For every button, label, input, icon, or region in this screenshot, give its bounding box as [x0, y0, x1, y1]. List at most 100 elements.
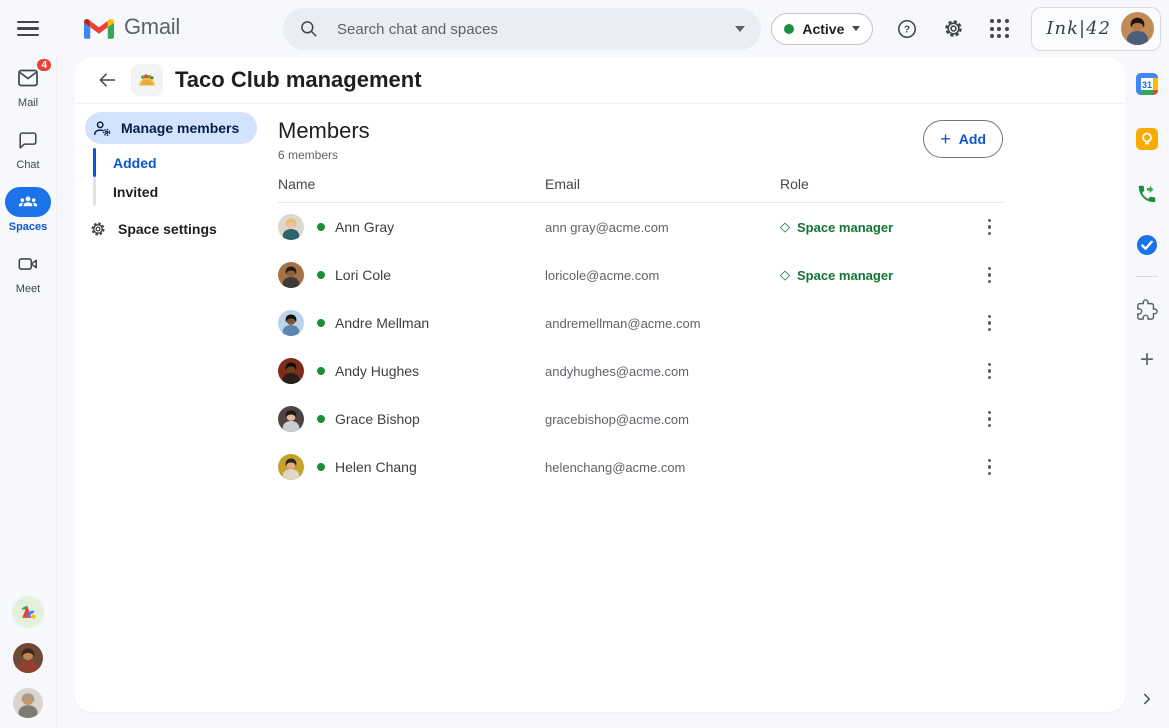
active-indicator-bar [93, 148, 96, 177]
main-area: Taco Club management Manage member [57, 57, 1125, 728]
account-avatar[interactable] [1121, 12, 1154, 45]
presence-online-dot [317, 223, 325, 231]
chevron-right-icon [1138, 690, 1156, 708]
member-email: loricole@acme.com [545, 268, 780, 283]
member-row[interactable]: Lori Cole loricole@acme.com ◇ Space mana… [278, 251, 1003, 299]
back-button[interactable] [91, 64, 123, 96]
member-row[interactable]: Helen Chang helenchang@acme.com [278, 443, 1003, 491]
taco-icon [137, 70, 157, 90]
member-name: Lori Cole [335, 267, 391, 283]
member-row[interactable]: Andre Mellman andremellman@acme.com [278, 299, 1003, 347]
nav-subitem-invited[interactable]: Invited [93, 177, 265, 206]
search-bar[interactable]: Search chat and spaces [283, 8, 761, 50]
member-name-cell: Lori Cole [278, 262, 545, 288]
member-name-cell: Helen Chang [278, 454, 545, 480]
svg-text:?: ? [904, 24, 910, 35]
role-label: Space manager [797, 220, 893, 235]
sidebar-item-chat[interactable]: Chat [5, 125, 51, 171]
help-button[interactable]: ? [887, 9, 927, 49]
sidebar-item-spaces[interactable]: Spaces [5, 187, 51, 233]
member-name: Andre Mellman [335, 315, 429, 331]
member-name: Ann Gray [335, 219, 394, 235]
member-row[interactable]: Ann Gray ann gray@acme.com ◇ Space manag… [278, 203, 1003, 251]
sidebar-item-mail[interactable]: 4 Mail [5, 63, 51, 109]
plus-icon: + [940, 130, 951, 148]
workspace-app-logo[interactable] [12, 596, 44, 628]
search-options-caret-icon[interactable] [735, 26, 745, 32]
member-avatar [278, 214, 304, 240]
member-avatar [278, 262, 304, 288]
space-header: Taco Club management [75, 57, 1125, 104]
app-name: Gmail [124, 14, 180, 40]
member-options-button[interactable] [982, 453, 998, 481]
rail-bottom-shortcuts [12, 596, 44, 728]
member-row[interactable]: Grace Bishop gracebishop@acme.com [278, 395, 1003, 443]
main-menu-button[interactable] [17, 21, 39, 36]
keep-icon [1136, 128, 1158, 150]
workspace-account-badge[interactable]: Ink|42 [1031, 7, 1161, 51]
member-name-cell: Ann Gray [278, 214, 545, 240]
search-icon [299, 19, 319, 39]
add-app-button[interactable]: + [1130, 343, 1164, 377]
rail-divider [1136, 276, 1158, 277]
nav-subitem-added[interactable]: Added [93, 148, 265, 177]
member-options-button[interactable] [982, 309, 998, 337]
role-diamond-icon: ◇ [780, 219, 790, 235]
svg-text:31: 31 [1142, 80, 1152, 90]
role-diamond-icon: ◇ [780, 267, 790, 283]
nav-item-manage-members[interactable]: Manage members [85, 112, 257, 144]
member-options-button[interactable] [982, 405, 998, 433]
tasks-icon [1136, 234, 1158, 256]
member-role: ◇ Space manager [780, 267, 963, 283]
settings-button[interactable] [933, 9, 973, 49]
add-member-button[interactable]: + Add [923, 120, 1003, 158]
topbar-right-cluster: Active ? [771, 0, 1161, 57]
apps-grid-icon [990, 19, 1009, 38]
tasks-app-button[interactable] [1130, 228, 1164, 262]
section-title: Members [278, 118, 370, 144]
collapse-panel-button[interactable] [1130, 682, 1164, 716]
column-header-name: Name [278, 176, 545, 192]
phone-icon [1136, 183, 1158, 205]
google-apps-button[interactable] [979, 9, 1019, 49]
left-navigation-rail: 4 Mail Chat [0, 57, 57, 728]
members-table-header: Name Email Role [278, 176, 1003, 203]
member-options-button[interactable] [982, 213, 998, 241]
sidebar-item-meet[interactable]: Meet [5, 249, 51, 295]
get-addons-button[interactable] [1130, 293, 1164, 327]
search-input[interactable]: Search chat and spaces [337, 21, 735, 38]
meet-videocam-icon [17, 253, 39, 275]
presence-online-dot [317, 463, 325, 471]
contact-avatar[interactable] [13, 688, 43, 718]
member-role: ◇ Space manager [780, 219, 963, 235]
topbar: Gmail Search chat and spaces Active ? [0, 0, 1169, 57]
space-nav-panel: Manage members Added Invited [75, 104, 265, 712]
calendar-app-button[interactable]: 31 [1130, 67, 1164, 101]
member-email: andremellman@acme.com [545, 316, 780, 331]
puzzle-addon-icon [1136, 299, 1158, 321]
nav-item-space-settings[interactable]: Space settings [75, 213, 265, 245]
members-count: 6 members [278, 148, 370, 162]
gmail-m-icon [84, 16, 114, 39]
member-avatar [278, 406, 304, 432]
back-arrow-icon [97, 70, 117, 90]
member-name: Helen Chang [335, 459, 417, 475]
page-title: Taco Club management [175, 67, 422, 93]
status-caret-icon [852, 26, 860, 31]
nav-item-label: Manage members [121, 120, 239, 136]
member-avatar [278, 358, 304, 384]
contact-avatar[interactable] [13, 643, 43, 673]
keep-app-button[interactable] [1130, 122, 1164, 156]
voice-app-button[interactable] [1130, 177, 1164, 211]
indicator-bar [93, 177, 96, 206]
member-name: Grace Bishop [335, 411, 420, 427]
status-label: Active [802, 21, 844, 37]
member-options-button[interactable] [982, 357, 998, 385]
member-row[interactable]: Andy Hughes andyhughes@acme.com [278, 347, 1003, 395]
members-table-body: Ann Gray ann gray@acme.com ◇ Space manag… [278, 203, 1003, 491]
gmail-logo[interactable]: Gmail [84, 14, 180, 40]
chat-icon [17, 129, 39, 151]
member-name-cell: Andy Hughes [278, 358, 545, 384]
status-selector[interactable]: Active [771, 13, 873, 45]
member-options-button[interactable] [982, 261, 998, 289]
